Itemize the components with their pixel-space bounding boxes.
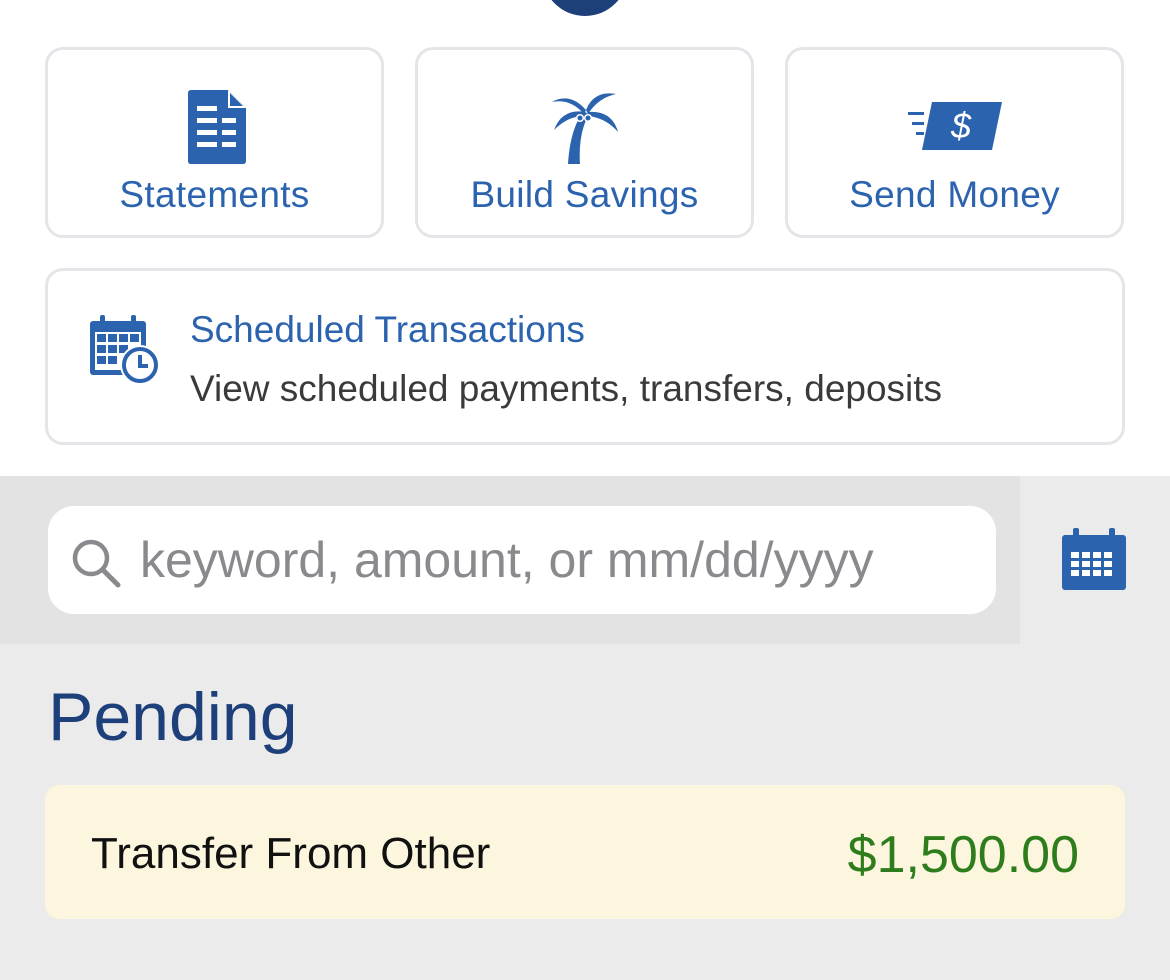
search-input[interactable]	[140, 526, 970, 594]
scheduled-transactions-subtitle: View scheduled payments, transfers, depo…	[190, 368, 943, 409]
transaction-amount: $1,500.00	[847, 826, 1079, 884]
transaction-description: Transfer From Other	[91, 829, 491, 878]
transactions-list: Pending Transfer From Other $1,500.00	[0, 644, 1170, 980]
build-savings-button[interactable]: Build Savings	[415, 47, 754, 238]
list-item[interactable]: Transfer From Other $1,500.00	[45, 785, 1125, 919]
pending-heading: Pending	[48, 679, 298, 755]
document-icon	[188, 90, 246, 169]
search-box[interactable]	[48, 506, 996, 614]
send-money-button[interactable]: $ Send Money	[785, 47, 1124, 238]
scheduled-transactions-title: Scheduled Transactions	[190, 309, 585, 350]
statements-label: Statements	[119, 174, 310, 215]
send-money-label: Send Money	[849, 174, 1060, 215]
svg-text:$: $	[950, 105, 972, 146]
scheduled-transactions-card[interactable]: Scheduled Transactions View scheduled pa…	[45, 268, 1125, 445]
calendar-icon[interactable]	[1062, 528, 1126, 595]
build-savings-label: Build Savings	[470, 174, 699, 215]
calendar-clock-icon	[90, 315, 162, 392]
search-bar	[0, 476, 1170, 644]
statements-button[interactable]: Statements	[45, 47, 384, 238]
money-send-icon: $	[906, 100, 1002, 157]
palm-tree-icon	[550, 90, 620, 169]
search-icon	[70, 537, 122, 594]
avatar[interactable]	[542, 0, 628, 16]
